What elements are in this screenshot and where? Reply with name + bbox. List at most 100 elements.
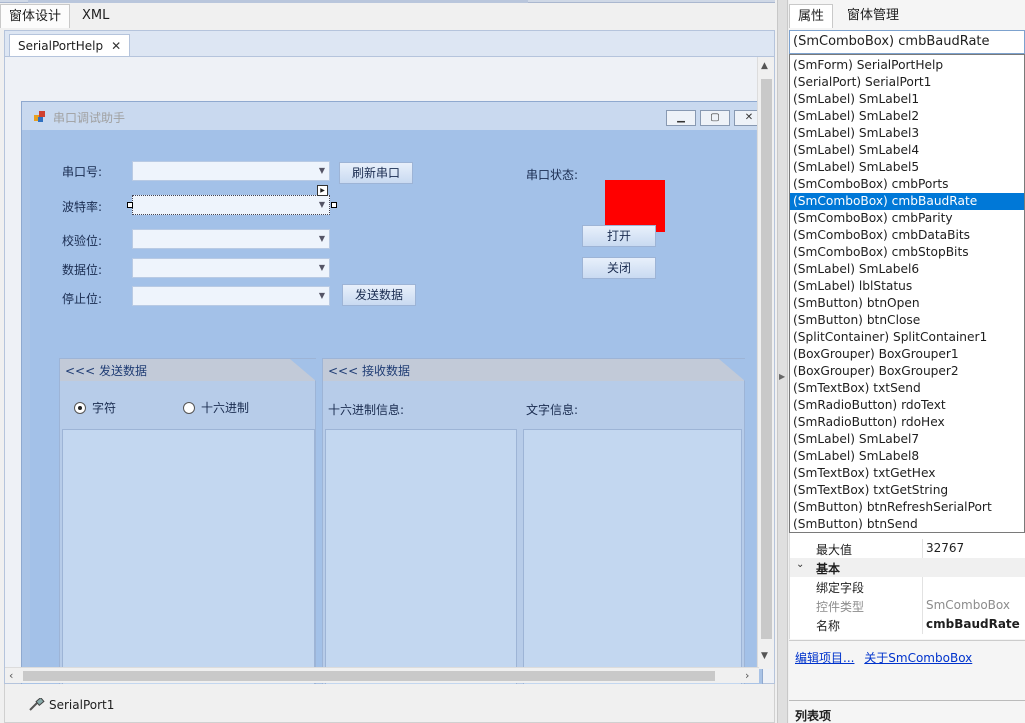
- property-tabs: 属性 窗体管理: [789, 4, 1025, 28]
- object-list-item[interactable]: (SmLabel) SmLabel3: [790, 125, 1024, 142]
- refresh-port-button[interactable]: 刷新串口: [339, 162, 413, 184]
- resize-handle-left[interactable]: [127, 202, 133, 208]
- scroll-up-icon[interactable]: ▲: [761, 61, 768, 71]
- form-window[interactable]: 串口调试助手 ▁ ▢ ✕ 串口号: ▼ 刷新串口 波特率: ▼ ▶ 校验位: ▼…: [21, 101, 764, 698]
- vertical-scrollbar[interactable]: ▲ ▼: [757, 57, 774, 669]
- object-list-item[interactable]: (SmComboBox) cmbDataBits: [790, 227, 1024, 244]
- object-list-item[interactable]: (SmButton) btnRefreshSerialPort: [790, 499, 1024, 516]
- scroll-left-icon[interactable]: ‹: [9, 669, 13, 682]
- chevron-down-icon: ▼: [318, 291, 325, 300]
- send-textbox[interactable]: [62, 429, 315, 696]
- radio-unchecked-icon: [183, 401, 195, 414]
- databits-label: 数据位:: [62, 263, 103, 277]
- design-canvas[interactable]: 串口调试助手 ▁ ▢ ✕ 串口号: ▼ 刷新串口 波特率: ▼ ▶ 校验位: ▼…: [4, 56, 775, 698]
- tab-form-manager[interactable]: 窗体管理: [837, 4, 909, 28]
- edit-items-link[interactable]: 编辑项目...: [795, 651, 854, 665]
- object-list-item[interactable]: (SmComboBox) cmbBaudRate: [790, 193, 1024, 210]
- collapse-icon[interactable]: ⌄: [796, 559, 804, 570]
- property-category-basic[interactable]: ⌄ 基本: [790, 558, 1025, 577]
- property-value: cmbBaudRate: [926, 617, 1020, 631]
- property-row-type[interactable]: 控件类型 SmComboBox: [790, 596, 1025, 615]
- object-list-item[interactable]: (SerialPort) SerialPort1: [790, 74, 1024, 91]
- group-notch: [290, 359, 316, 381]
- parity-combo[interactable]: ▼: [132, 229, 330, 249]
- chevron-down-icon: ▼: [318, 166, 325, 175]
- object-list-item[interactable]: (SmTextBox) txtGetHex: [790, 465, 1024, 482]
- about-link[interactable]: 关于SmComboBox: [864, 651, 972, 665]
- property-panel: 属性 窗体管理 (SmComboBox) cmbBaudRate (SmForm…: [789, 0, 1025, 723]
- send-button[interactable]: 发送数据: [342, 284, 416, 306]
- scroll-right-icon[interactable]: ›: [745, 669, 749, 682]
- object-list-item[interactable]: (SmTextBox) txtSend: [790, 380, 1024, 397]
- resize-handle-right[interactable]: [331, 202, 337, 208]
- form-title: 串口调试助手: [53, 111, 126, 125]
- property-row-max[interactable]: 最大值 32767: [790, 539, 1025, 558]
- title-strip: [0, 0, 775, 3]
- property-separator: [922, 577, 923, 596]
- text-textbox[interactable]: [523, 429, 742, 696]
- port-combo[interactable]: ▼: [132, 161, 330, 181]
- open-button[interactable]: 打开: [582, 225, 656, 247]
- object-list-item[interactable]: (SmButton) btnSend: [790, 516, 1024, 533]
- object-list-item[interactable]: (SmLabel) SmLabel5: [790, 159, 1024, 176]
- tray-item-label: SerialPort1: [49, 698, 115, 712]
- chevron-right-icon[interactable]: ▶: [779, 372, 785, 381]
- property-name: 名称: [816, 619, 841, 633]
- status-label: 串口状态:: [526, 168, 579, 182]
- object-list-item[interactable]: (SmButton) btnClose: [790, 312, 1024, 329]
- object-list-item[interactable]: (BoxGrouper) BoxGrouper2: [790, 363, 1024, 380]
- radio-hex[interactable]: 十六进制: [183, 399, 249, 416]
- radio-text[interactable]: 字符: [74, 399, 116, 416]
- databits-combo[interactable]: ▼: [132, 258, 330, 278]
- tab-properties[interactable]: 属性: [789, 4, 834, 28]
- baud-combo[interactable]: ▼: [132, 195, 330, 215]
- object-dropdown-list[interactable]: (SmForm) SerialPortHelp (SerialPort) Seri…: [789, 54, 1025, 533]
- object-list-item[interactable]: (SmRadioButton) rdoText: [790, 397, 1024, 414]
- receive-group: <<< 接收数据 十六进制信息: 文字信息:: [322, 358, 745, 698]
- baud-label: 波特率:: [62, 200, 103, 214]
- text-info-label: 文字信息:: [526, 403, 579, 417]
- port-label: 串口号:: [62, 165, 103, 179]
- object-list-item[interactable]: (SmLabel) SmLabel8: [790, 448, 1024, 465]
- object-list-item[interactable]: (SmComboBox) cmbStopBits: [790, 244, 1024, 261]
- object-list-item[interactable]: (SmComboBox) cmbParity: [790, 210, 1024, 227]
- object-list-item[interactable]: (BoxGrouper) BoxGrouper1: [790, 346, 1024, 363]
- send-group-title: <<< 发送数据: [65, 364, 147, 378]
- smart-tag-icon[interactable]: ▶: [317, 185, 328, 196]
- object-list-item[interactable]: (SmLabel) SmLabel7: [790, 431, 1024, 448]
- object-list-item[interactable]: (SmLabel) SmLabel2: [790, 108, 1024, 125]
- stopbits-combo[interactable]: ▼: [132, 286, 330, 306]
- object-list-item[interactable]: (SmLabel) SmLabel1: [790, 91, 1024, 108]
- scroll-thumb[interactable]: [23, 671, 715, 681]
- form-title-bar: 串口调试助手 ▁ ▢ ✕: [22, 102, 764, 130]
- property-row-name[interactable]: 名称 cmbBaudRate: [790, 615, 1025, 634]
- maximize-icon[interactable]: ▢: [700, 110, 730, 126]
- file-tab-serialporthelp[interactable]: SerialPortHelp ✕: [9, 34, 131, 57]
- object-list-item[interactable]: (SmLabel) SmLabel6: [790, 261, 1024, 278]
- object-list-item[interactable]: (SmLabel) lblStatus: [790, 278, 1024, 295]
- object-list-item[interactable]: (SmForm) SerialPortHelp: [790, 57, 1024, 74]
- object-list-item[interactable]: (SmTextBox) txtGetString: [790, 482, 1024, 499]
- object-list-item[interactable]: (SmRadioButton) rdoHex: [790, 414, 1024, 431]
- object-list-item[interactable]: (SmButton) btnOpen: [790, 295, 1024, 312]
- tab-xml[interactable]: XML: [70, 4, 121, 28]
- horizontal-scrollbar[interactable]: ‹ ›: [5, 667, 759, 683]
- scroll-thumb[interactable]: [761, 79, 772, 639]
- property-row-bind[interactable]: 绑定字段: [790, 577, 1025, 596]
- file-tab-bar: SerialPortHelp ✕: [4, 30, 775, 57]
- close-button[interactable]: 关闭: [582, 257, 656, 279]
- panel-splitter[interactable]: ▶: [777, 0, 788, 723]
- chevron-down-icon: ▼: [318, 263, 325, 272]
- object-list-item[interactable]: (SmComboBox) cmbPorts: [790, 176, 1024, 193]
- tray-serialport1[interactable]: SerialPort1: [29, 698, 114, 712]
- component-tray: SerialPort1: [4, 684, 775, 723]
- close-icon[interactable]: ✕: [111, 35, 121, 57]
- scroll-down-icon[interactable]: ▼: [761, 651, 768, 661]
- hex-textbox[interactable]: [325, 429, 517, 696]
- object-list-item[interactable]: (SmLabel) SmLabel4: [790, 142, 1024, 159]
- object-list-item[interactable]: (SplitContainer) SplitContainer1: [790, 329, 1024, 346]
- form-app-icon: [34, 111, 45, 122]
- object-selector[interactable]: (SmComboBox) cmbBaudRate: [789, 30, 1025, 54]
- minimize-icon[interactable]: ▁: [666, 110, 696, 126]
- tab-form-design[interactable]: 窗体设计: [0, 4, 71, 28]
